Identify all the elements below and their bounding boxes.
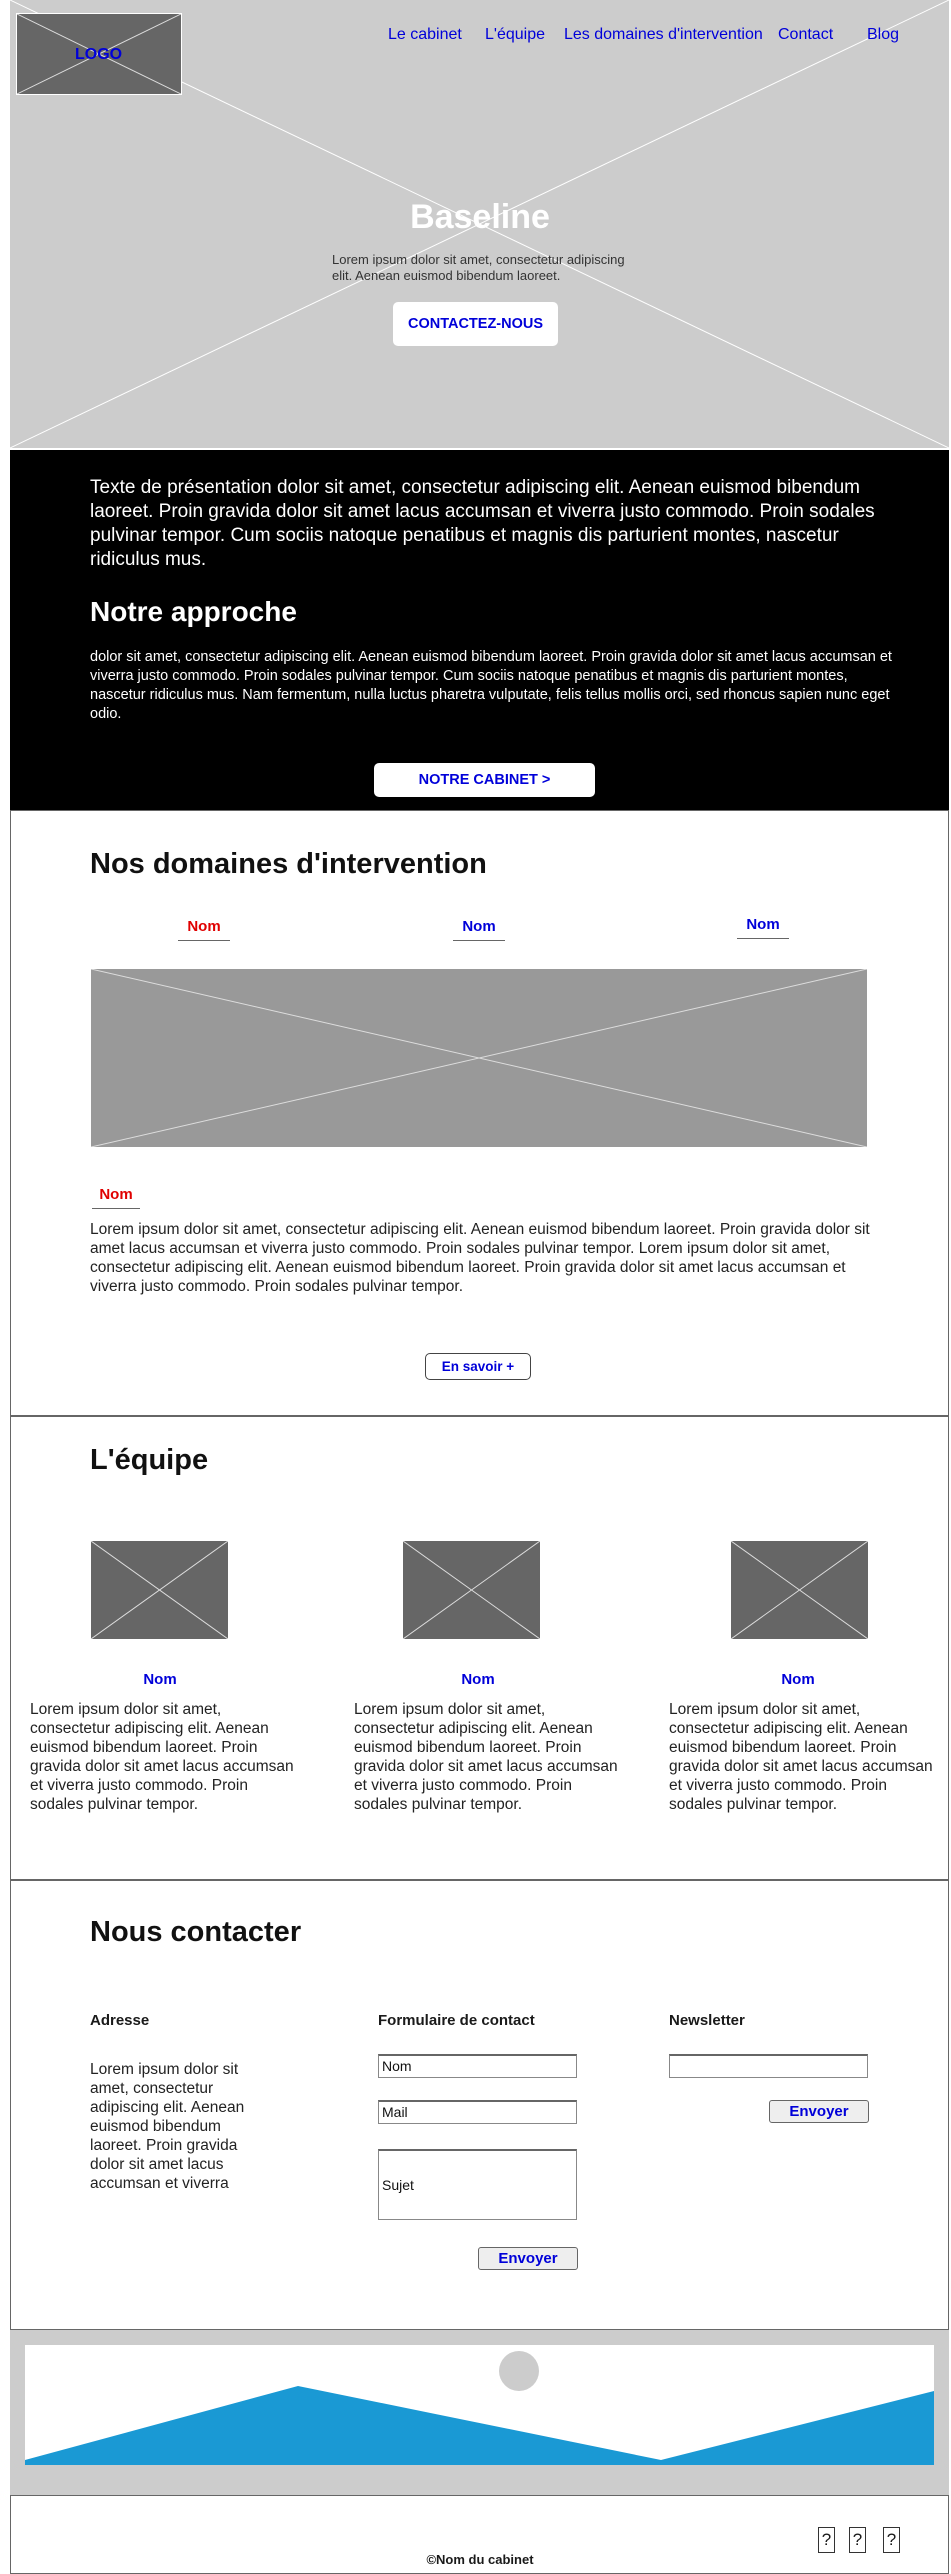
domain-tab-3[interactable]: Nom xyxy=(737,916,789,939)
mail-field[interactable]: Mail xyxy=(378,2100,577,2124)
contact-send-button[interactable]: Envoyer xyxy=(478,2247,578,2270)
domain-tab-label: Nom xyxy=(187,918,221,935)
name-field[interactable]: Nom xyxy=(378,2054,577,2078)
team-photo-1 xyxy=(90,1540,229,1640)
our-firm-button[interactable]: NOTRE CABINET > xyxy=(374,763,595,797)
contact-form-label: Formulaire de contact xyxy=(378,2012,535,2029)
team-member-bio-3: Lorem ipsum dolor sit amet, consectetur … xyxy=(669,1701,933,1813)
subject-field[interactable]: Sujet xyxy=(378,2149,577,2220)
domain-tab-1[interactable]: Nom xyxy=(178,918,230,941)
subject-field-text: Sujet xyxy=(382,2177,414,2193)
map[interactable] xyxy=(25,2345,934,2465)
contact-heading: Nous contacter xyxy=(90,1916,302,1948)
domain-tab-label: Nom xyxy=(746,916,780,933)
team-heading: L'équipe xyxy=(90,1444,209,1476)
team-member-bio-1: Lorem ipsum dolor sit amet, consectetur … xyxy=(30,1701,294,1813)
active-domain-label: Nom xyxy=(99,1186,133,1203)
address-label: Adresse xyxy=(90,2012,150,2029)
domain-tab-2[interactable]: Nom xyxy=(453,918,505,941)
team-photo-2 xyxy=(402,1540,541,1640)
domain-description: Lorem ipsum dolor sit amet, consectetur … xyxy=(90,1221,870,1295)
domain-tab-label: Nom xyxy=(462,918,496,935)
newsletter-field[interactable] xyxy=(669,2054,868,2078)
team-photo-cross xyxy=(91,1541,228,1639)
presentation-intro: Texte de présentation dolor sit amet, co… xyxy=(90,477,875,570)
social-icon-3[interactable]: ? xyxy=(883,2527,900,2553)
team-member-bio-2: Lorem ipsum dolor sit amet, consectetur … xyxy=(354,1701,618,1813)
team-photo-3 xyxy=(730,1540,869,1640)
map-graphic xyxy=(25,2386,934,2465)
team-member-name-1: Nom xyxy=(143,1671,177,1688)
domain-image xyxy=(90,968,868,1148)
domain-image-cross xyxy=(91,969,867,1147)
logo[interactable]: LOGO xyxy=(16,13,182,95)
team-photo-cross xyxy=(731,1541,868,1639)
map-marker-circle xyxy=(499,2351,539,2391)
nav-blog[interactable]: Blog xyxy=(867,26,899,44)
hero-subtitle: Lorem ipsum dolor sit amet, consectetur … xyxy=(332,252,625,283)
footer-copyright: ©Nom du cabinet xyxy=(426,2552,534,2567)
learn-more-button[interactable]: En savoir + xyxy=(425,1353,531,1380)
team-member-name-3: Nom xyxy=(781,1671,815,1688)
team-member-name-2: Nom xyxy=(461,1671,495,1688)
approach-heading: Notre approche xyxy=(90,596,297,627)
social-icon-2[interactable]: ? xyxy=(849,2527,866,2553)
newsletter-send-button[interactable]: Envoyer xyxy=(769,2100,869,2123)
domains-heading: Nos domaines d'intervention xyxy=(90,848,487,880)
active-domain-name: Nom xyxy=(92,1186,140,1209)
nav-contact[interactable]: Contact xyxy=(778,26,833,44)
newsletter-label: Newsletter xyxy=(669,2012,745,2029)
address-text: Lorem ipsum dolor sit amet, consectetur … xyxy=(90,2061,245,2192)
nav-equipe[interactable]: L'équipe xyxy=(485,26,545,44)
contact-us-button[interactable]: CONTACTEZ-NOUS xyxy=(393,302,558,346)
social-icon-1[interactable]: ? xyxy=(818,2527,835,2553)
logo-text: LOGO xyxy=(75,46,123,63)
nav-le-cabinet[interactable]: Le cabinet xyxy=(388,26,462,44)
team-photo-cross xyxy=(403,1541,540,1639)
nav-domaines[interactable]: Les domaines d'intervention xyxy=(564,26,763,44)
hero-title: Baseline xyxy=(410,198,550,236)
approach-text: dolor sit amet, consectetur adipiscing e… xyxy=(90,649,892,722)
